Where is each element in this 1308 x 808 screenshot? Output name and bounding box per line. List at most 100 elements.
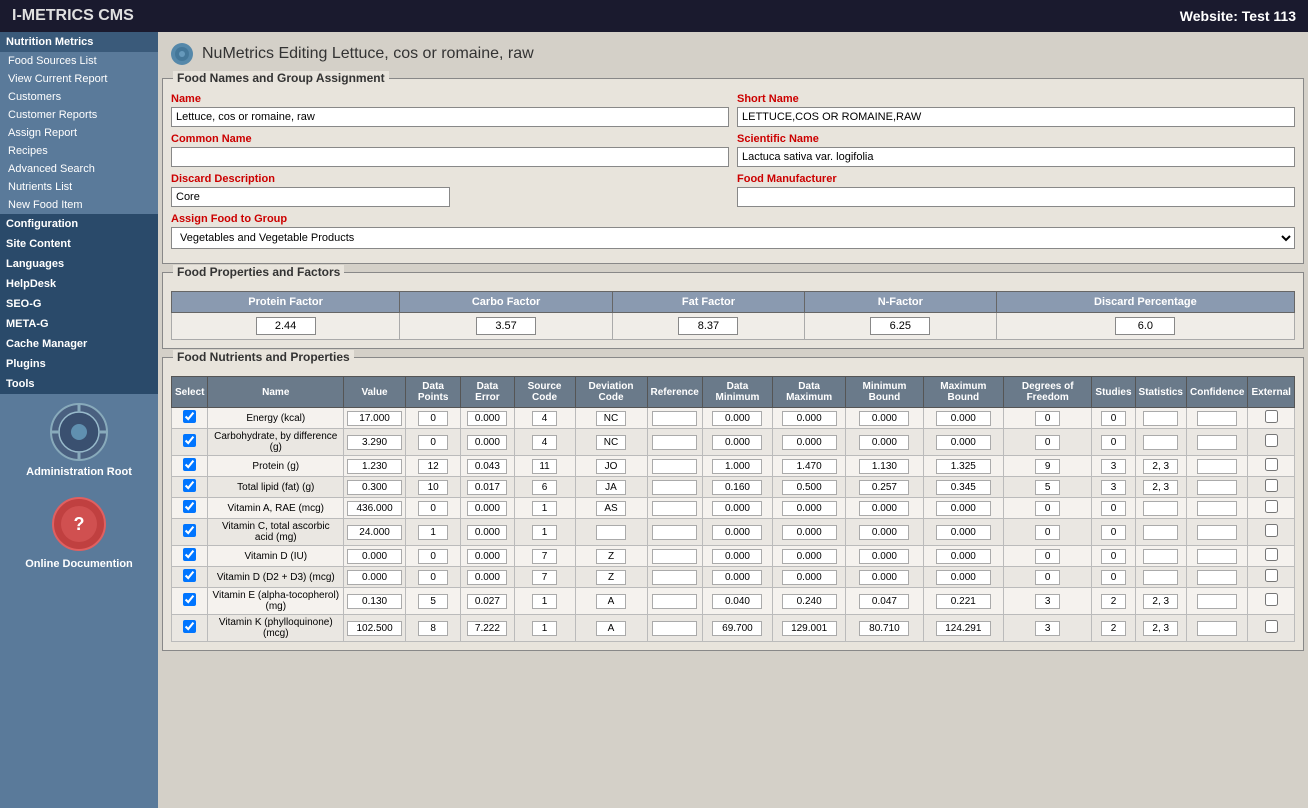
nutrient-dmin[interactable] — [712, 549, 762, 564]
nutrient-dmin[interactable] — [712, 525, 762, 540]
nutrient-studies[interactable] — [1101, 525, 1126, 540]
nutrient-studies[interactable] — [1101, 570, 1126, 585]
discard-pct-input[interactable] — [1115, 317, 1175, 335]
nutrient-sc[interactable] — [532, 549, 557, 564]
sidebar-section-languages[interactable]: Languages — [0, 254, 158, 274]
row-checkbox[interactable] — [183, 620, 196, 633]
nutrient-conf[interactable] — [1197, 480, 1237, 495]
nutrient-dmax[interactable] — [782, 525, 837, 540]
nutrient-dc[interactable] — [596, 525, 626, 540]
nutrient-maxb[interactable] — [936, 570, 991, 585]
nutrient-ext[interactable] — [1265, 548, 1278, 561]
nutrient-de[interactable] — [467, 549, 507, 564]
nutrient-dmax[interactable] — [782, 621, 837, 636]
nutrient-dmax[interactable] — [782, 411, 837, 426]
nutrient-stats[interactable] — [1143, 525, 1178, 540]
nutrient-minb[interactable] — [859, 570, 909, 585]
nutrient-dp[interactable] — [418, 525, 448, 540]
sidebar-section-seo-g[interactable]: SEO-G — [0, 294, 158, 314]
nutrient-ref[interactable] — [652, 480, 697, 495]
nutrient-dmax[interactable] — [782, 549, 837, 564]
nutrient-dmin[interactable] — [712, 411, 762, 426]
nutrient-minb[interactable] — [859, 525, 909, 540]
nutrient-conf[interactable] — [1197, 435, 1237, 450]
nutrient-sc[interactable] — [532, 435, 557, 450]
nutrient-value[interactable] — [347, 411, 402, 426]
sidebar-item-new-food[interactable]: New Food Item — [0, 196, 158, 214]
nutrient-sc[interactable] — [532, 501, 557, 516]
nutrient-dp[interactable] — [418, 549, 448, 564]
sidebar-section-cache[interactable]: Cache Manager — [0, 334, 158, 354]
fat-factor-input[interactable] — [678, 317, 738, 335]
nutrient-dmax[interactable] — [782, 501, 837, 516]
nutrient-dmin[interactable] — [712, 621, 762, 636]
nutrient-sc[interactable] — [532, 594, 557, 609]
row-checkbox[interactable] — [183, 479, 196, 492]
nutrient-ref[interactable] — [652, 435, 697, 450]
nutrient-ref[interactable] — [652, 525, 697, 540]
sidebar-section-helpdesk[interactable]: HelpDesk — [0, 274, 158, 294]
nutrient-maxb[interactable] — [936, 411, 991, 426]
online-doc-section[interactable]: ? Online Documention — [0, 486, 158, 578]
nutrient-minb[interactable] — [859, 501, 909, 516]
nutrient-dmax[interactable] — [782, 594, 837, 609]
nutrient-conf[interactable] — [1197, 549, 1237, 564]
nutrient-dmax[interactable] — [782, 459, 837, 474]
nutrient-ref[interactable] — [652, 621, 697, 636]
nutrient-studies[interactable] — [1101, 480, 1126, 495]
nutrient-value[interactable] — [347, 570, 402, 585]
nutrient-de[interactable] — [467, 435, 507, 450]
nutrient-dmax[interactable] — [782, 570, 837, 585]
nutrient-studies[interactable] — [1101, 411, 1126, 426]
nutrient-dp[interactable] — [418, 501, 448, 516]
nutrient-dof[interactable] — [1035, 594, 1060, 609]
nutrient-ref[interactable] — [652, 411, 697, 426]
nutrient-value[interactable] — [347, 525, 402, 540]
nutrient-value[interactable] — [347, 480, 402, 495]
nutrient-value[interactable] — [347, 621, 402, 636]
nutrient-minb[interactable] — [859, 621, 909, 636]
nutrient-stats[interactable] — [1143, 501, 1178, 516]
nutrient-sc[interactable] — [532, 621, 557, 636]
nutrient-dmin[interactable] — [712, 435, 762, 450]
nutrient-value[interactable] — [347, 435, 402, 450]
nutrient-maxb[interactable] — [936, 525, 991, 540]
nutrient-stats[interactable] — [1143, 570, 1178, 585]
nutrient-sc[interactable] — [532, 570, 557, 585]
nutrient-dmin[interactable] — [712, 459, 762, 474]
sidebar-item-view-report[interactable]: View Current Report — [0, 70, 158, 88]
name-input[interactable] — [171, 107, 729, 127]
nutrient-stats[interactable] — [1143, 549, 1178, 564]
row-checkbox[interactable] — [183, 548, 196, 561]
sidebar-item-recipes[interactable]: Recipes — [0, 142, 158, 160]
nutrient-maxb[interactable] — [936, 594, 991, 609]
nutrient-ref[interactable] — [652, 459, 697, 474]
nutrient-dp[interactable] — [418, 621, 448, 636]
nutrient-dc[interactable] — [596, 459, 626, 474]
nutrient-dp[interactable] — [418, 594, 448, 609]
row-checkbox[interactable] — [183, 410, 196, 423]
nutrient-de[interactable] — [467, 525, 507, 540]
sidebar-section-plugins[interactable]: Plugins — [0, 354, 158, 374]
nutrient-minb[interactable] — [859, 549, 909, 564]
nutrient-ext[interactable] — [1265, 434, 1278, 447]
row-checkbox[interactable] — [183, 500, 196, 513]
nutrient-conf[interactable] — [1197, 411, 1237, 426]
discard-desc-input[interactable] — [171, 187, 450, 207]
nutrient-value[interactable] — [347, 594, 402, 609]
protein-factor-input[interactable] — [256, 317, 316, 335]
nutrient-ext[interactable] — [1265, 593, 1278, 606]
nutrient-dof[interactable] — [1035, 525, 1060, 540]
nutrient-studies[interactable] — [1101, 594, 1126, 609]
nutrient-dp[interactable] — [418, 570, 448, 585]
nutrient-stats[interactable] — [1143, 480, 1178, 495]
nutrient-dmax[interactable] — [782, 480, 837, 495]
sidebar-section-tools[interactable]: Tools — [0, 374, 158, 394]
nutrient-de[interactable] — [467, 621, 507, 636]
nutrient-dc[interactable] — [596, 621, 626, 636]
nutrient-conf[interactable] — [1197, 459, 1237, 474]
sidebar-section-meta-g[interactable]: META-G — [0, 314, 158, 334]
nutrient-stats[interactable] — [1143, 621, 1178, 636]
nutrient-ref[interactable] — [652, 549, 697, 564]
nutrient-minb[interactable] — [859, 411, 909, 426]
